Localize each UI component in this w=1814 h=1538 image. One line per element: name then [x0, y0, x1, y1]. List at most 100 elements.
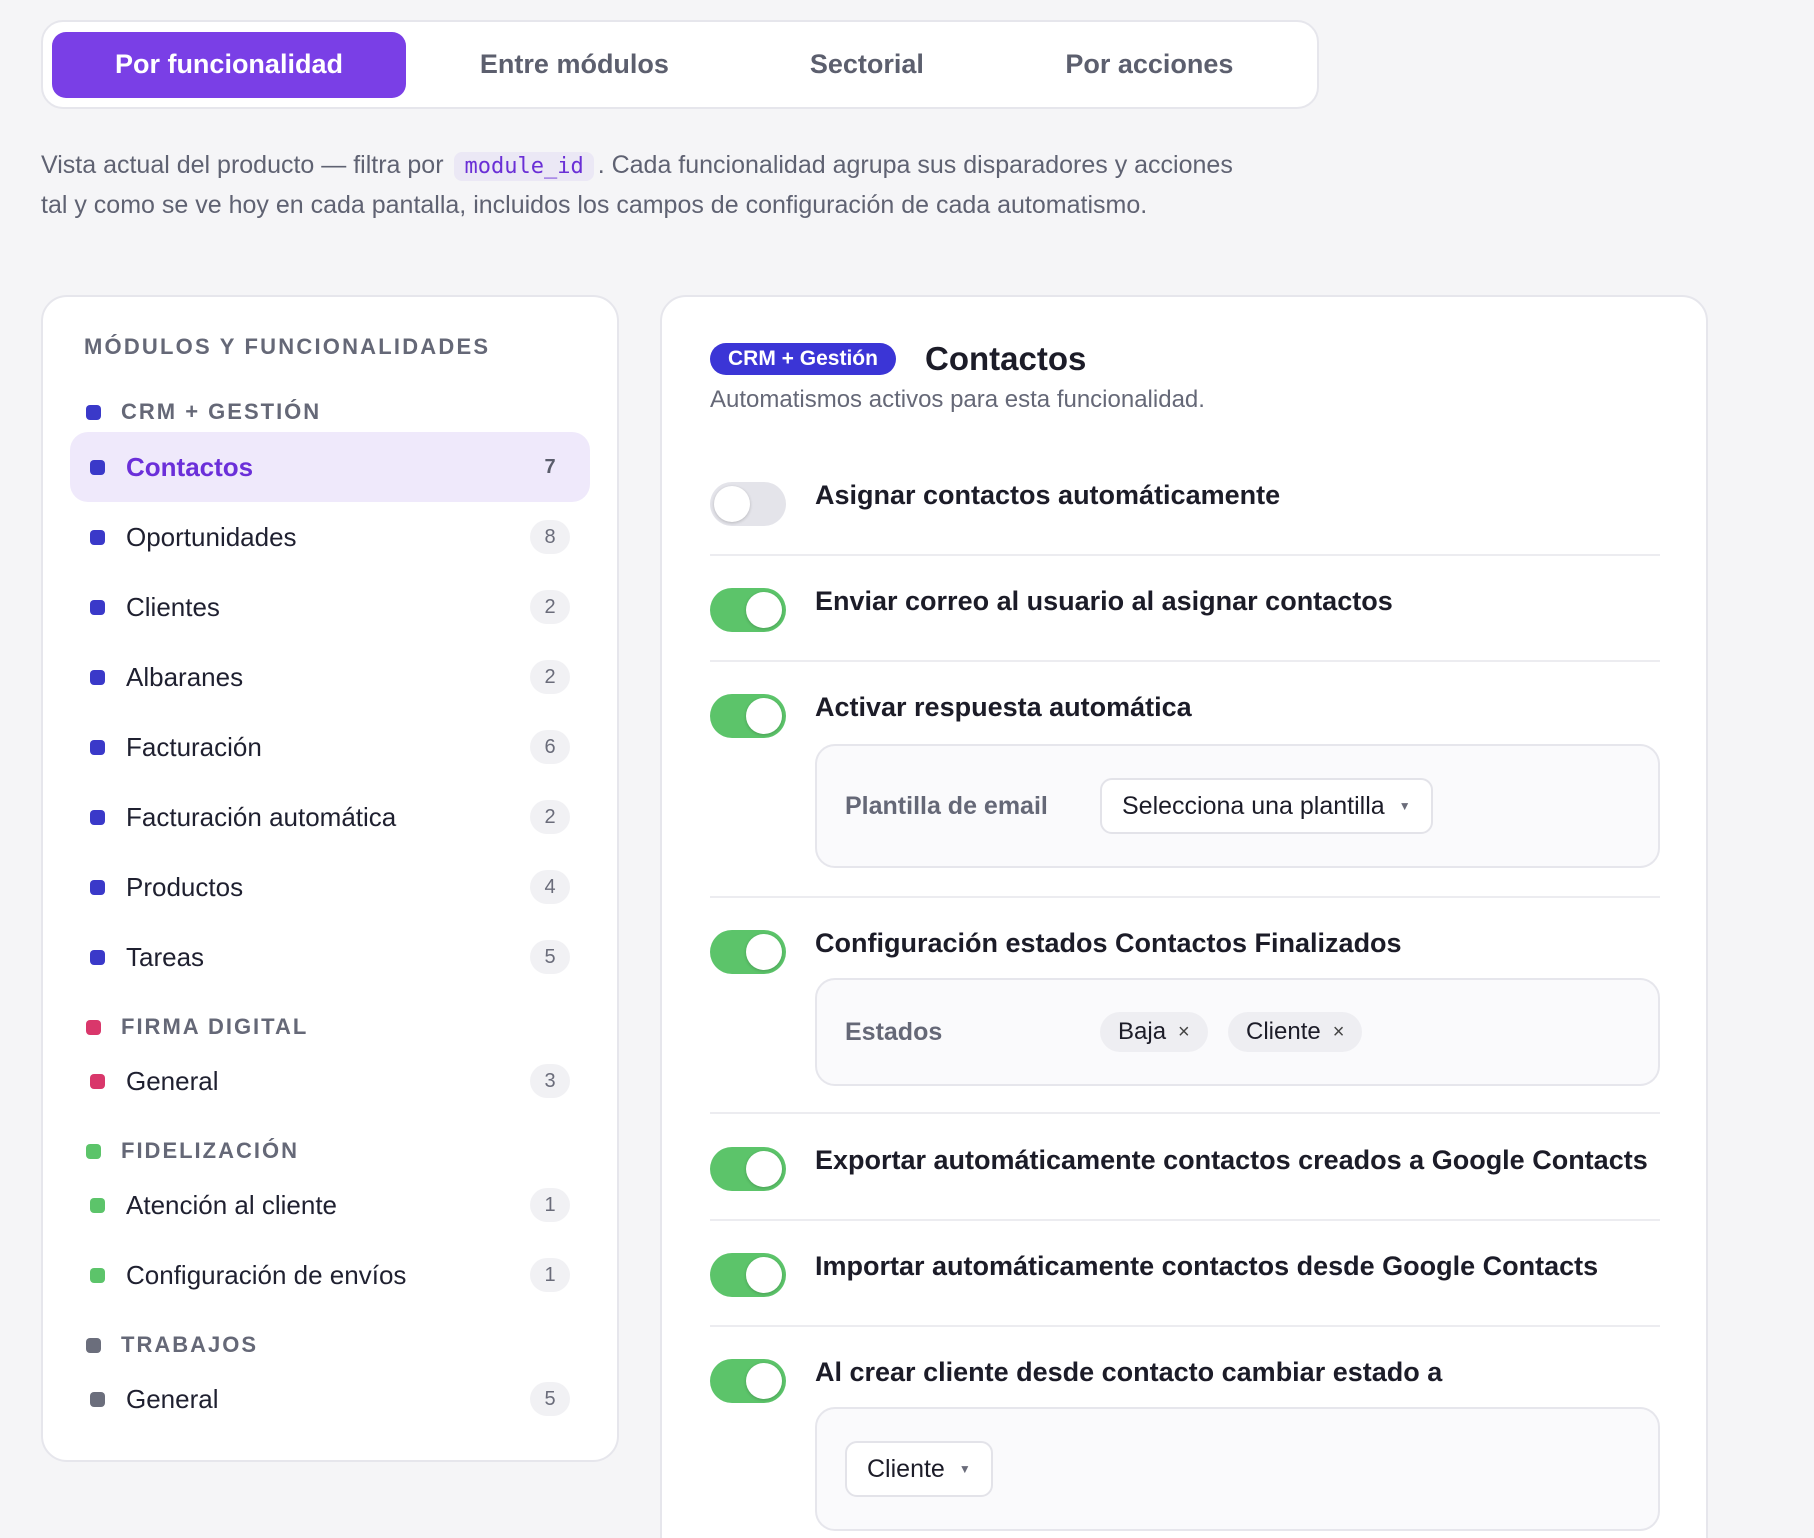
- automation-toggle[interactable]: [710, 482, 786, 526]
- toggle-knob: [746, 934, 782, 970]
- view-tabs: Por funcionalidad Entre módulos Sectoria…: [41, 20, 1319, 109]
- group-fidelizacion: FIDELIZACIÓN: [86, 1138, 299, 1164]
- item-color-dot: [90, 529, 105, 545]
- chip-label: Baja: [1118, 1018, 1167, 1045]
- sidebar-item-label: Facturación automática: [126, 801, 397, 832]
- automation-title: Asignar contactos automáticamente: [815, 480, 1281, 510]
- automation-row: Exportar automáticamente contactos cread…: [710, 1135, 1660, 1221]
- automation-title: Configuración estados Contactos Finaliza…: [815, 928, 1402, 958]
- automation-row: Enviar correo al usuario al asignar cont…: [710, 576, 1660, 662]
- tab-por-acciones[interactable]: Por acciones: [991, 32, 1308, 98]
- item-color-dot: [90, 599, 105, 615]
- toggle-knob: [746, 698, 782, 734]
- count-badge: 2: [530, 660, 570, 694]
- automation-config: Plantilla de email Selecciona una planti…: [815, 744, 1660, 868]
- automation-toggle[interactable]: [710, 1359, 786, 1403]
- automation-toggle[interactable]: [710, 1147, 786, 1191]
- automation-title: Al crear cliente desde contacto cambiar …: [815, 1357, 1443, 1387]
- toggle-knob: [714, 486, 750, 522]
- toggle-knob: [746, 592, 782, 628]
- sidebar-item-label: Configuración de envíos: [126, 1259, 407, 1290]
- toggle-knob: [746, 1363, 782, 1399]
- sidebar-item-clientes[interactable]: Clientes 2: [70, 572, 590, 642]
- sidebar-item-label: Productos: [126, 871, 244, 902]
- count-badge: 8: [530, 520, 570, 554]
- close-icon[interactable]: ×: [1178, 1021, 1190, 1044]
- count-badge: 2: [530, 800, 570, 834]
- automation-config: Estados Baja × Cliente ×: [815, 978, 1660, 1086]
- automation-row: Activar respuesta automática Plantilla d…: [710, 682, 1660, 898]
- tab-por-funcionalidad[interactable]: Por funcionalidad: [52, 31, 406, 98]
- sidebar-item-label: Clientes: [126, 591, 220, 622]
- group-color-dot: [86, 1019, 101, 1035]
- group-label: FIRMA DIGITAL: [121, 1014, 309, 1039]
- group-label: CRM + GESTIÓN: [121, 399, 322, 424]
- automation-toggle[interactable]: [710, 694, 786, 738]
- email-template-select[interactable]: Selecciona una plantilla ▼: [1100, 778, 1433, 834]
- group-trabajos: TRABAJOS: [86, 1332, 258, 1358]
- group-firma-digital: FIRMA DIGITAL: [86, 1014, 308, 1040]
- item-color-dot: [90, 949, 105, 965]
- tab-entre-modulos[interactable]: Entre módulos: [406, 32, 743, 98]
- sidebar-item-label: General: [126, 1383, 219, 1414]
- item-color-dot: [90, 739, 105, 755]
- page-title: Contactos: [925, 340, 1087, 377]
- sidebar-item-label: Tareas: [126, 941, 205, 972]
- module-badge: CRM + Gestión: [710, 343, 896, 375]
- count-badge: 3: [530, 1064, 570, 1098]
- field-label: Plantilla de email: [845, 792, 1048, 820]
- tab-sectorial[interactable]: Sectorial: [743, 32, 991, 98]
- caret-down-icon: ▼: [958, 1462, 971, 1476]
- automation-toggle[interactable]: [710, 588, 786, 632]
- toggle-knob: [746, 1151, 782, 1187]
- sidebar-item-contactos[interactable]: Contactos 7: [70, 432, 590, 502]
- sidebar-item-albaranes[interactable]: Albaranes 2: [70, 642, 590, 712]
- item-color-dot: [90, 1391, 105, 1407]
- sidebar-item-label: General: [126, 1065, 219, 1096]
- item-color-dot: [90, 879, 105, 895]
- automation-row: Importar automáticamente contactos desde…: [710, 1241, 1660, 1327]
- sidebar-item-general-trabajos[interactable]: General 5: [70, 1364, 590, 1434]
- close-icon[interactable]: ×: [1333, 1021, 1345, 1044]
- sidebar-item-atencion-cliente[interactable]: Atención al cliente 1: [70, 1170, 590, 1240]
- sidebar-item-label: Oportunidades: [126, 521, 297, 552]
- count-badge: 1: [530, 1258, 570, 1292]
- count-badge: 4: [530, 870, 570, 904]
- item-color-dot: [90, 1073, 105, 1089]
- item-color-dot: [90, 459, 105, 475]
- sidebar-item-productos[interactable]: Productos 4: [70, 852, 590, 922]
- count-badge: 5: [530, 940, 570, 974]
- view-description: Vista actual del producto — filtra por m…: [41, 146, 1251, 224]
- group-label: FIDELIZACIÓN: [121, 1138, 299, 1163]
- module-id-code: module_id: [454, 152, 594, 181]
- chip-label: Cliente: [1246, 1018, 1321, 1045]
- automation-row: Al crear cliente desde contacto cambiar …: [710, 1347, 1660, 1537]
- automation-row: Asignar contactos automáticamente: [710, 470, 1660, 556]
- group-color-dot: [86, 1143, 101, 1159]
- sidebar-item-facturacion[interactable]: Facturación 6: [70, 712, 590, 782]
- status-chip: Cliente ×: [1228, 1012, 1363, 1052]
- group-label: TRABAJOS: [121, 1332, 259, 1357]
- automation-toggle[interactable]: [710, 1253, 786, 1297]
- page-subtitle: Automatismos activos para esta funcional…: [710, 386, 1205, 413]
- automation-title: Importar automáticamente contactos desde…: [815, 1251, 1599, 1281]
- item-color-dot: [90, 1197, 105, 1213]
- sidebar-item-label: Atención al cliente: [126, 1189, 338, 1220]
- status-chip: Baja ×: [1100, 1012, 1208, 1052]
- sidebar-item-general-firma[interactable]: General 3: [70, 1046, 590, 1116]
- field-label: Estados: [845, 1018, 943, 1046]
- sidebar-item-facturacion-automatica[interactable]: Facturación automática 2: [70, 782, 590, 852]
- sidebar-item-tareas[interactable]: Tareas 5: [70, 922, 590, 992]
- count-badge: 7: [544, 455, 556, 478]
- group-color-dot: [86, 404, 101, 420]
- select-value: Cliente: [867, 1454, 945, 1483]
- automation-toggle[interactable]: [710, 930, 786, 974]
- client-status-select[interactable]: Cliente ▼: [845, 1441, 993, 1497]
- sidebar-item-label: Facturación: [126, 731, 262, 762]
- sidebar-item-configuracion-envios[interactable]: Configuración de envíos 1: [70, 1240, 590, 1310]
- automation-title: Enviar correo al usuario al asignar cont…: [815, 586, 1393, 616]
- sidebar-item-oportunidades[interactable]: Oportunidades 8: [70, 502, 590, 572]
- select-value: Selecciona una plantilla: [1122, 791, 1385, 820]
- sidebar-item-label: Albaranes: [126, 661, 244, 692]
- count-badge: 1: [530, 1188, 570, 1222]
